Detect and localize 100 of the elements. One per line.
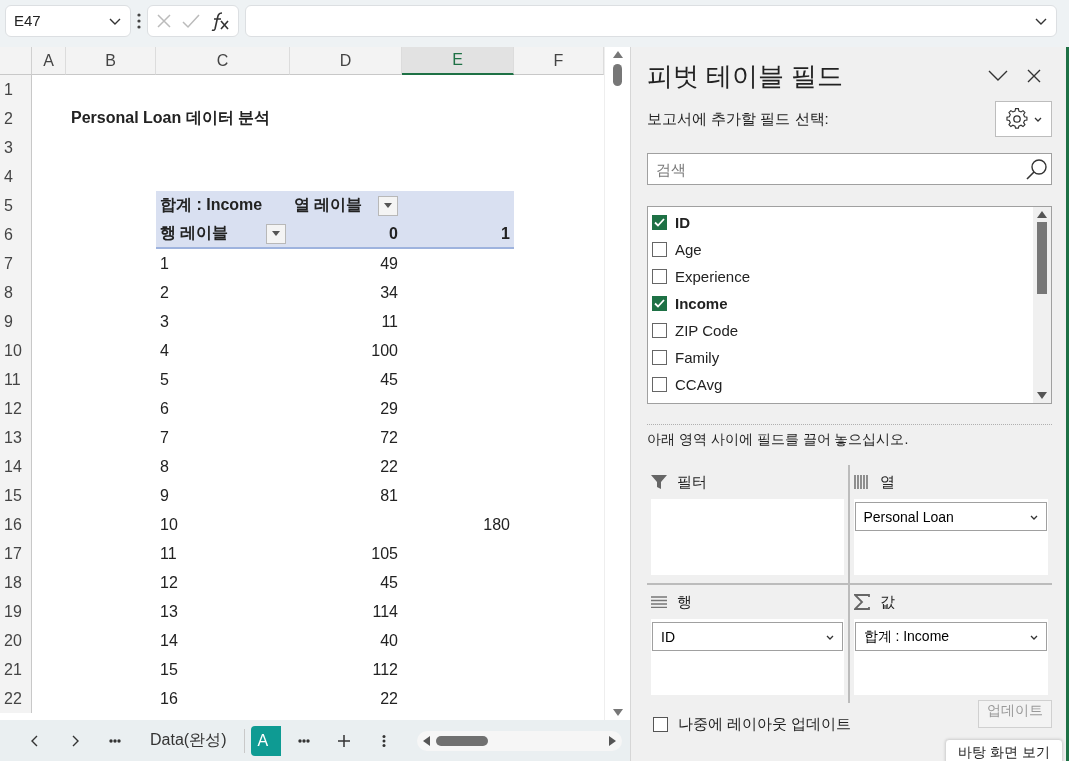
area-label: 값 <box>879 592 895 612</box>
value-cell-text: 105 <box>370 543 399 564</box>
value-cell-text: 45 <box>379 572 399 593</box>
row-label-cell-text: 6 <box>159 398 170 419</box>
row-label-cell-text: 14 <box>159 630 179 651</box>
search-icon <box>1026 158 1048 180</box>
field-label: Family <box>675 349 720 366</box>
row-header[interactable]: 15 <box>0 481 32 510</box>
row-header[interactable]: 3 <box>0 133 32 162</box>
area-label: 열 <box>879 472 895 492</box>
field-item[interactable]: Income <box>652 290 1029 317</box>
scroll-up-icon[interactable] <box>1037 211 1047 218</box>
add-sheet-icon <box>337 733 352 748</box>
row-header[interactable]: 14 <box>0 452 32 481</box>
column-header[interactable]: A <box>32 47 66 75</box>
drop-area[interactable]: Personal Loan <box>853 499 1048 575</box>
row-header[interactable]: 8 <box>0 278 32 307</box>
scroll-down-icon[interactable] <box>1037 392 1047 399</box>
column-header[interactable]: F <box>514 47 604 75</box>
row-label-cell-text: 1 <box>159 253 170 274</box>
function-icon[interactable] <box>209 10 230 31</box>
drop-area[interactable]: ID <box>651 619 844 695</box>
row-header[interactable]: 21 <box>0 655 32 684</box>
field-label: ZIP Code <box>675 322 739 339</box>
value-cell-text: 49 <box>379 253 399 274</box>
field-item[interactable]: Age <box>652 236 1029 263</box>
row-header[interactable]: 22 <box>0 684 32 713</box>
row-header[interactable]: 5 <box>0 191 32 220</box>
column-header[interactable]: C <box>156 47 290 75</box>
checkbox[interactable] <box>653 717 668 732</box>
row-header[interactable]: 13 <box>0 423 32 452</box>
row-header[interactable]: 7 <box>0 249 32 278</box>
scroll-left-icon[interactable] <box>423 735 431 746</box>
value-cell-text: 22 <box>379 688 399 709</box>
row-header[interactable]: 6 <box>0 220 32 249</box>
pane-prompt: 보고서에 추가할 필드 선택: <box>647 109 829 129</box>
scroll-right-icon[interactable] <box>609 735 617 746</box>
field-item[interactable]: Experience <box>652 263 1029 290</box>
row-label-cell-text: 9 <box>159 485 170 506</box>
checkbox[interactable] <box>652 269 667 284</box>
checkbox[interactable] <box>652 350 667 365</box>
field-item[interactable]: Family <box>652 344 1029 371</box>
value-cell-text: 40 <box>379 630 399 651</box>
scroll-down-icon[interactable] <box>612 709 623 716</box>
pivot-value-label: 합계 : Income <box>156 191 290 220</box>
column-header[interactable]: D <box>290 47 402 75</box>
checkbox[interactable] <box>652 377 667 392</box>
search-field[interactable]: 검색 <box>647 153 1052 185</box>
field-item[interactable]: ID <box>652 209 1029 236</box>
checkbox[interactable] <box>652 296 667 311</box>
horizontal-scrollbar[interactable] <box>417 730 623 751</box>
pivot-column-label: 열 레이블 <box>294 195 363 215</box>
value-cell-text: 81 <box>379 485 399 506</box>
checkbox[interactable] <box>652 323 667 338</box>
row-header[interactable]: 4 <box>0 162 32 191</box>
formula-input[interactable] <box>245 4 1057 37</box>
filter-dropdown-button[interactable] <box>378 195 398 216</box>
value-cell-text: 45 <box>379 369 399 390</box>
column-header[interactable]: E <box>402 47 514 75</box>
tooltip: 바탕 화면 보기 <box>945 739 1063 761</box>
scroll-up-icon[interactable] <box>612 51 623 58</box>
field-label: Experience <box>675 268 751 285</box>
row-header[interactable]: 10 <box>0 336 32 365</box>
field-item[interactable]: ZIP Code <box>652 317 1029 344</box>
list-scrollbar[interactable] <box>1033 207 1051 403</box>
area-field-dropdown[interactable]: ID <box>652 622 843 651</box>
row-label-cell-text: 12 <box>159 572 179 593</box>
drop-area[interactable]: 합계 : Income <box>853 619 1048 695</box>
row-header[interactable]: 2 <box>0 104 32 133</box>
name-box[interactable]: E47 <box>5 4 131 37</box>
field-label: Age <box>675 241 702 258</box>
row-label-cell-text: 3 <box>159 311 170 332</box>
row-header[interactable]: 17 <box>0 539 32 568</box>
row-label-cell-text: 13 <box>159 601 179 622</box>
chevron-down-icon <box>988 70 1008 82</box>
scroll-thumb[interactable] <box>1037 222 1047 294</box>
row-header[interactable]: 20 <box>0 626 32 655</box>
checkbox[interactable] <box>652 242 667 257</box>
settings-button[interactable] <box>995 101 1052 137</box>
scroll-thumb[interactable] <box>436 735 489 746</box>
checkbox[interactable] <box>652 215 667 230</box>
row-header[interactable]: 12 <box>0 394 32 423</box>
field-item[interactable]: CCAvg <box>652 371 1029 398</box>
row-header[interactable]: 9 <box>0 307 32 336</box>
sheet-tab[interactable]: Data(완성) <box>138 725 239 756</box>
rows-icon <box>651 596 667 608</box>
row-header[interactable]: 19 <box>0 597 32 626</box>
row-header[interactable]: 1 <box>0 75 32 104</box>
area-field-dropdown[interactable]: Personal Loan <box>854 502 1047 531</box>
field-label: Income <box>675 295 728 312</box>
row-header[interactable]: 18 <box>0 568 32 597</box>
scroll-thumb[interactable] <box>613 64 622 86</box>
row-header[interactable]: 16 <box>0 510 32 539</box>
more-icon[interactable] <box>137 12 141 29</box>
value-cell-text: 114 <box>371 601 399 622</box>
column-header[interactable]: B <box>66 47 156 75</box>
row-label-cell-text: 11 <box>159 543 178 564</box>
filter-dropdown-button[interactable] <box>266 223 286 244</box>
row-header[interactable]: 11 <box>0 365 32 394</box>
area-field-dropdown[interactable]: 합계 : Income <box>854 622 1047 651</box>
